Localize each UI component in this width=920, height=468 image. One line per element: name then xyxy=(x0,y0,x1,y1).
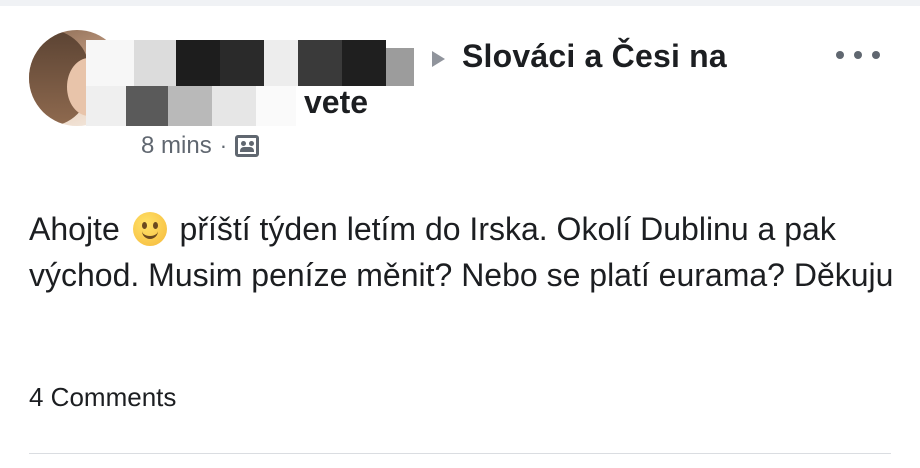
group-name-link[interactable]: Slováci a Česi na xyxy=(462,38,727,75)
post-text: Ahojte příští týden letím do Irska. Okol… xyxy=(29,206,899,298)
comments-count-link[interactable]: 4 Comments xyxy=(29,382,176,413)
more-options-icon xyxy=(836,51,844,59)
more-options-dot xyxy=(872,51,880,59)
post-card: Slováci a Česi na vete 8 mins · Ahojte p… xyxy=(0,6,920,468)
timestamp[interactable]: 8 mins xyxy=(141,132,212,160)
post-header: Slováci a Česi na xyxy=(432,38,727,75)
action-bar-divider xyxy=(29,453,891,454)
more-options-button[interactable] xyxy=(836,42,880,68)
post-text-start: Ahojte xyxy=(29,211,129,247)
censored-author-name xyxy=(86,40,422,126)
meta-separator: · xyxy=(219,133,228,158)
post-meta: 8 mins · xyxy=(141,132,260,160)
more-options-dot xyxy=(854,51,862,59)
group-icon xyxy=(235,135,260,157)
group-name-link-continued[interactable]: vete xyxy=(304,84,368,121)
slightly-smiling-face-icon xyxy=(132,212,167,246)
arrow-right-icon xyxy=(432,50,445,67)
